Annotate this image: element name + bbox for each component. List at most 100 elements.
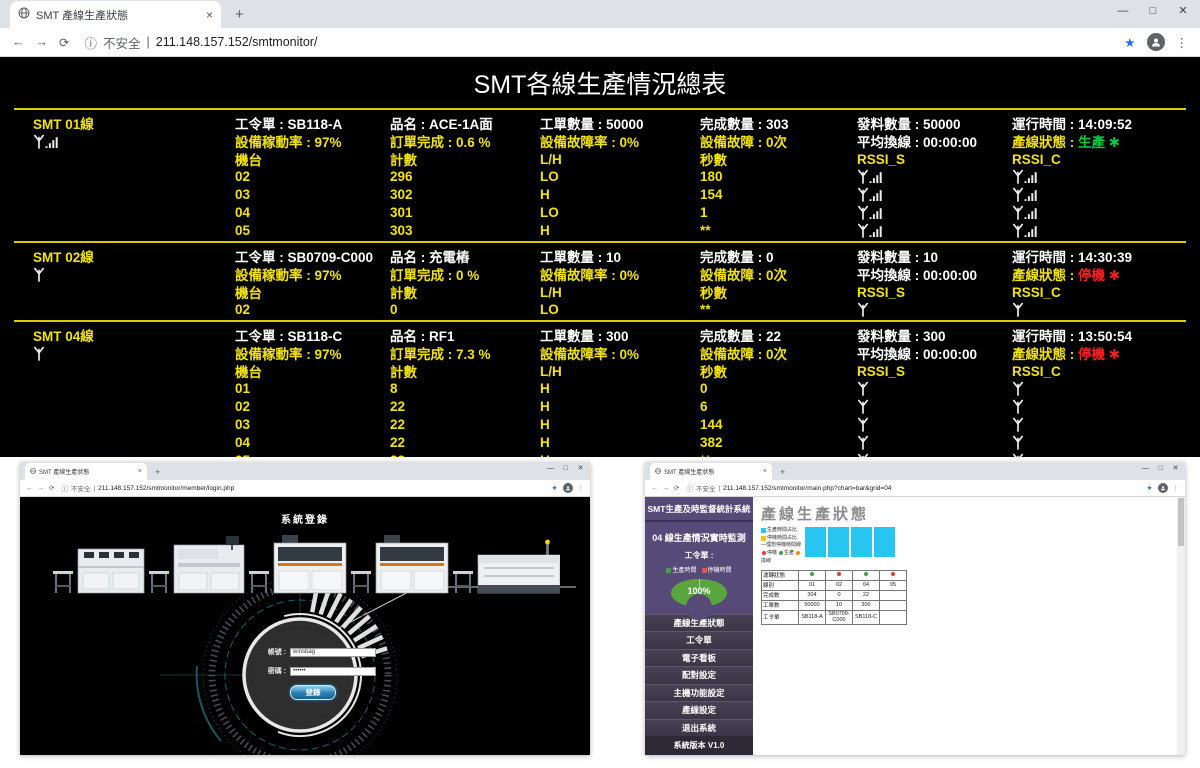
tab-strip: SMT 產線生產狀態 × + — □ ✕ (20, 462, 590, 480)
info-field: 設備故障率 : 0% (540, 343, 700, 363)
scrollbar-thumb[interactable] (1178, 498, 1184, 546)
account-row: 帳號 : (230, 647, 376, 657)
minimize-button[interactable]: — (1108, 1, 1138, 21)
password-input[interactable] (290, 667, 376, 676)
rssi-s-icon (857, 417, 1012, 432)
legend-dot (666, 568, 671, 573)
login-form: 帳號 : 密碼 : 登錄 (230, 647, 376, 700)
login-page: 系統登錄 (20, 497, 590, 755)
info-icon[interactable]: ⓘ (61, 483, 68, 493)
machine-id: 02 (235, 302, 390, 317)
forward-icon[interactable]: → (36, 35, 49, 49)
menu-kebab-icon[interactable]: ⋮ (578, 484, 585, 492)
address-bar[interactable]: ⓘ 不安全 | 211.148.157.152/smtmonitor/main.… (686, 483, 1141, 493)
sidebar-item[interactable]: 配對設定 (645, 666, 753, 684)
reload-icon[interactable]: ⟳ (59, 35, 69, 50)
new-tab-button[interactable]: + (235, 6, 244, 23)
login-page-title: 系統登錄 (20, 497, 590, 526)
info-field: 設備故障率 : 0% (540, 131, 700, 151)
close-button[interactable]: ✕ (1168, 463, 1183, 474)
back-icon[interactable]: ← (26, 485, 33, 492)
legend-dot (702, 568, 707, 573)
sidebar-item[interactable]: 退出系統 (645, 719, 753, 737)
line-info-row-secondary: 設備稼動率 : 97%訂單完成 : 0 %設備故障率 : 0%設備故障 : 0次… (14, 264, 1186, 282)
tab-close-icon[interactable]: × (138, 468, 142, 475)
info-icon[interactable]: ⓘ (686, 483, 693, 493)
bookmark-star-icon[interactable]: ★ (1147, 484, 1153, 492)
machine-seconds: 1 (700, 205, 857, 220)
url-text[interactable]: 211.148.157.152/smtmonitor/main.php?char… (723, 485, 891, 492)
smt-line-illustration (50, 533, 560, 597)
back-icon[interactable]: ← (12, 35, 25, 49)
maximize-button[interactable]: □ (558, 463, 573, 474)
login-button[interactable]: 登錄 (290, 685, 336, 700)
rssi-s-icon (857, 399, 1012, 414)
forward-icon[interactable]: → (38, 485, 45, 492)
minimize-button[interactable]: — (543, 463, 558, 474)
minimize-button[interactable]: — (1138, 463, 1153, 474)
sidebar-item[interactable]: 電子看板 (645, 649, 753, 667)
machine-row: 05303H** (14, 221, 1186, 239)
new-tab-button[interactable]: + (155, 467, 160, 477)
bookmark-star-icon[interactable]: ★ (1124, 35, 1135, 50)
machine-id: 05 (235, 453, 390, 458)
reload-icon[interactable]: ⟳ (674, 484, 679, 492)
status-dot-cell (880, 570, 907, 580)
sidebar-item[interactable]: 產線設定 (645, 701, 753, 719)
sidebar-item[interactable]: 工令單 (645, 631, 753, 649)
tab-close-icon[interactable]: × (206, 8, 213, 22)
info-field: 訂單完成 : 7.3 % (390, 343, 540, 363)
profile-avatar[interactable] (1158, 483, 1168, 493)
page-title: SMT各線生產情況總表 (0, 57, 1200, 108)
monitor-main: 產線生產狀態 生產時間占比停機時間占比—理想停機時間線停機生產換線 運轉狀態線別… (753, 497, 1185, 755)
browser-tab[interactable]: SMT 產線生產狀態 × (10, 1, 221, 28)
machine-lh: H (540, 435, 700, 450)
table-cell: 22 (853, 590, 880, 600)
menu-kebab-icon[interactable]: ⋮ (1173, 484, 1180, 492)
profile-avatar[interactable] (1147, 33, 1165, 51)
password-row: 密碼 : (230, 666, 376, 676)
bookmark-star-icon[interactable]: ★ (552, 484, 558, 492)
info-field: 發料數量 : 10 (857, 246, 1012, 266)
donut-chart: 100% (671, 579, 727, 607)
address-bar[interactable]: ⓘ 不安全 | 211.148.157.152/smtmonitor/ (84, 33, 1113, 52)
column-header: L/H (540, 152, 700, 167)
column-header: 機台 (235, 361, 390, 381)
url-text[interactable]: 211.148.157.152/smtmonitor/member/login.… (98, 485, 234, 492)
table-row: 工令單SB118-ASB0709-C000SB118-C (762, 610, 907, 624)
maximize-button[interactable]: □ (1138, 1, 1168, 21)
menu-kebab-icon[interactable]: ⋮ (1176, 35, 1189, 50)
monitor-page: SMT生產及時監督統計系統 04 線生產情況實時監測 工令單 : 生產時間停機時… (645, 497, 1185, 755)
info-icon[interactable]: ⓘ (84, 33, 97, 52)
browser-tab[interactable]: SMT 產線生產狀態 × (25, 463, 147, 480)
tab-close-icon[interactable]: × (763, 468, 767, 475)
close-button[interactable]: ✕ (1168, 1, 1198, 21)
reload-icon[interactable]: ⟳ (49, 484, 54, 492)
browser-toolbar: ← → ⟳ ⓘ 不安全 | 211.148.157.152/smtmonitor… (0, 28, 1200, 57)
legend-swatch (761, 536, 766, 541)
machine-row: 018H0 (14, 379, 1186, 397)
browser-tab[interactable]: SMT 產線生產狀態 × (650, 463, 772, 480)
bar (874, 527, 895, 557)
address-bar[interactable]: ⓘ 不安全 | 211.148.157.152/smtmonitor/membe… (61, 483, 546, 493)
sidebar-item[interactable]: 主機功能設定 (645, 684, 753, 702)
machine-seconds: 180 (700, 169, 857, 184)
new-tab-button[interactable]: + (780, 467, 785, 477)
machine-seconds: 154 (700, 187, 857, 202)
browser-window-main: SMT 產線生產狀態 × + — □ ✕ ← → ⟳ ⓘ 不安全 | 211.1… (0, 0, 1200, 457)
maximize-button[interactable]: □ (1153, 463, 1168, 474)
status-dot-cell (826, 570, 853, 580)
forward-icon[interactable]: → (663, 485, 670, 492)
table-cell: 304 (799, 590, 826, 600)
profile-avatar[interactable] (563, 483, 573, 493)
url-text[interactable]: 211.148.157.152/smtmonitor/ (156, 35, 318, 49)
close-button[interactable]: ✕ (573, 463, 588, 474)
scrollbar[interactable] (1177, 497, 1185, 755)
account-input[interactable] (290, 648, 376, 657)
status-label: 產線狀態 : (1012, 135, 1078, 150)
rssi-c-icon (1012, 417, 1186, 432)
back-icon[interactable]: ← (651, 485, 658, 492)
column-header: 機台 (235, 282, 390, 302)
machine-lh: LO (540, 205, 700, 220)
line-section: SMT 01線工令單 : SB118-A品名 : ACE-1A面工單數量 : 5… (14, 108, 1186, 241)
